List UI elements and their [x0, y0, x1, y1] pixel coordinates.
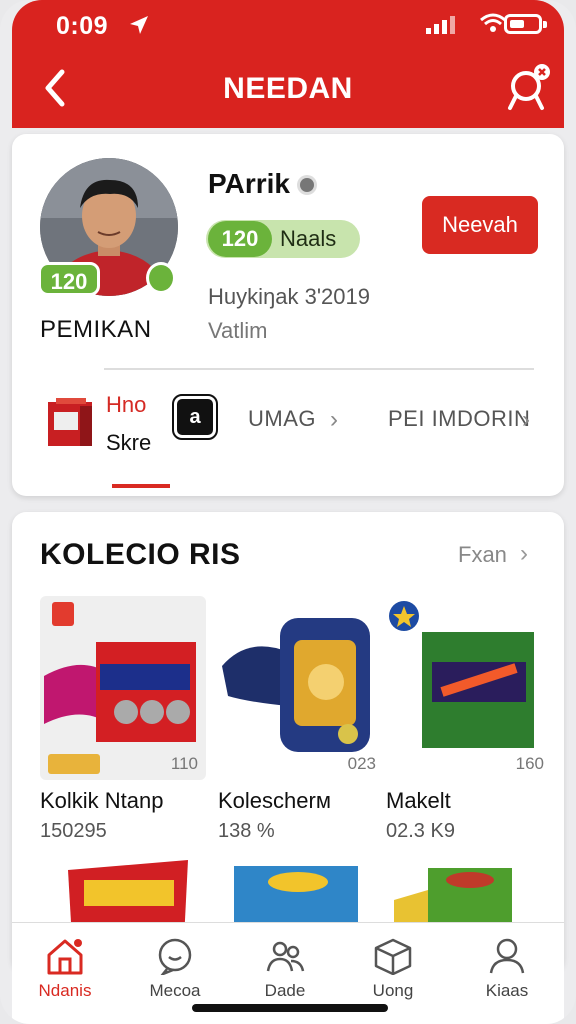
- profile-location: Vatlim: [208, 318, 268, 343]
- product-name: Makelt: [386, 788, 451, 813]
- nav-item-home[interactable]: Ndanis: [20, 937, 110, 1001]
- page-title: NEEDAN: [223, 72, 353, 105]
- location-arrow-icon: [130, 16, 148, 34]
- nav-label: Mecoa: [149, 981, 201, 1000]
- see-more-link[interactable]: Fxan: [458, 542, 507, 568]
- product-count: 023: [347, 754, 376, 773]
- tab-peiimdorin[interactable]: PEI IMDORIN: [388, 406, 530, 432]
- level-badge: 120: [38, 262, 100, 296]
- profile-card: 120 PEMIKAN PArrik 120 Naals Neevah Huyk…: [12, 134, 564, 496]
- joined-date: Huykiŋak 3'2019: [208, 284, 370, 309]
- nav-item-chat[interactable]: Mecoa: [130, 937, 220, 1001]
- nav-label: Dade: [264, 981, 306, 1000]
- product-price: 138 %: [218, 820, 275, 842]
- nav-item-people[interactable]: Dade: [240, 937, 330, 1001]
- collection-box-icon[interactable]: [44, 392, 100, 452]
- chat-icon: [158, 938, 192, 975]
- divider: [104, 368, 534, 370]
- product-price: 150295: [40, 820, 107, 842]
- nav-label: Ndanis: [38, 981, 92, 1000]
- chevron-right-icon[interactable]: ›: [520, 540, 528, 568]
- follow-button[interactable]: Neevah: [422, 196, 538, 254]
- product-name: Kolescherм: [218, 788, 331, 813]
- nav-label: Kiaas: [485, 981, 529, 1000]
- tab-badge[interactable]: a: [172, 394, 218, 440]
- points-number: 120: [208, 221, 272, 257]
- battery-icon: [504, 14, 547, 34]
- tab-umag[interactable]: UMAG: [248, 406, 316, 432]
- collection-section: KOLECIO RIS Fxan › 110 Kolkik Ntanp 1502…: [12, 512, 564, 972]
- status-time: 0:09: [56, 12, 109, 40]
- status-bar: 0:09: [12, 0, 564, 52]
- product-box-icon: [44, 602, 196, 742]
- people-icon: [266, 941, 305, 972]
- points-label: Naals: [280, 226, 337, 251]
- backpack-icon: [222, 618, 370, 752]
- product-tag: [48, 754, 100, 774]
- game-box-icon: [389, 601, 534, 748]
- product-card[interactable]: 160 Makelt 02.3 K9: [386, 596, 552, 842]
- product-price: 02.3 K9: [386, 820, 455, 842]
- app-screen: 0:09 NEEDAN 120 PEMIKAN PArrik 120 Naals…: [0, 0, 576, 1024]
- online-status-icon: [300, 178, 314, 192]
- nav-item-box[interactable]: Uong: [348, 937, 438, 1001]
- app-header: 0:09 NEEDAN: [12, 0, 564, 128]
- tab-hno-label[interactable]: Hno: [106, 392, 146, 418]
- tab-hno-sublabel: Skre: [106, 430, 152, 455]
- rank-label: PEMIKAN: [40, 316, 152, 343]
- home-icon: [47, 939, 83, 975]
- product-image[interactable]: 110: [40, 596, 206, 780]
- profile-name: PArrik: [208, 168, 290, 199]
- product-name: Kolkik Ntanp: [40, 788, 164, 813]
- nav-label: Uong: [372, 981, 414, 1000]
- box-icon: [374, 938, 412, 975]
- home-indicator: [192, 1004, 388, 1012]
- points-pill: 120 Naals: [206, 220, 360, 258]
- product-count: 160: [515, 754, 544, 773]
- product-card[interactable]: 023 Kolescherм 138 %: [218, 596, 384, 842]
- product-image[interactable]: 160: [386, 596, 552, 780]
- signal-icon: [426, 16, 455, 34]
- product-count: 110: [170, 754, 198, 773]
- wifi-icon: [480, 13, 506, 32]
- verified-icon: [146, 262, 176, 294]
- user-icon: [489, 938, 525, 974]
- chevron-right-icon: ›: [330, 406, 338, 433]
- product-card[interactable]: 110 Kolkik Ntanp 150295: [40, 596, 206, 842]
- chevron-right-icon: ›: [522, 406, 530, 433]
- badge-settings-icon[interactable]: [502, 60, 558, 112]
- nav-item-profile[interactable]: Kiaas: [462, 937, 552, 1001]
- tab-active-indicator: [112, 484, 170, 488]
- section-title: KOLECIO RIS: [40, 538, 241, 571]
- product-image[interactable]: 023: [218, 596, 384, 780]
